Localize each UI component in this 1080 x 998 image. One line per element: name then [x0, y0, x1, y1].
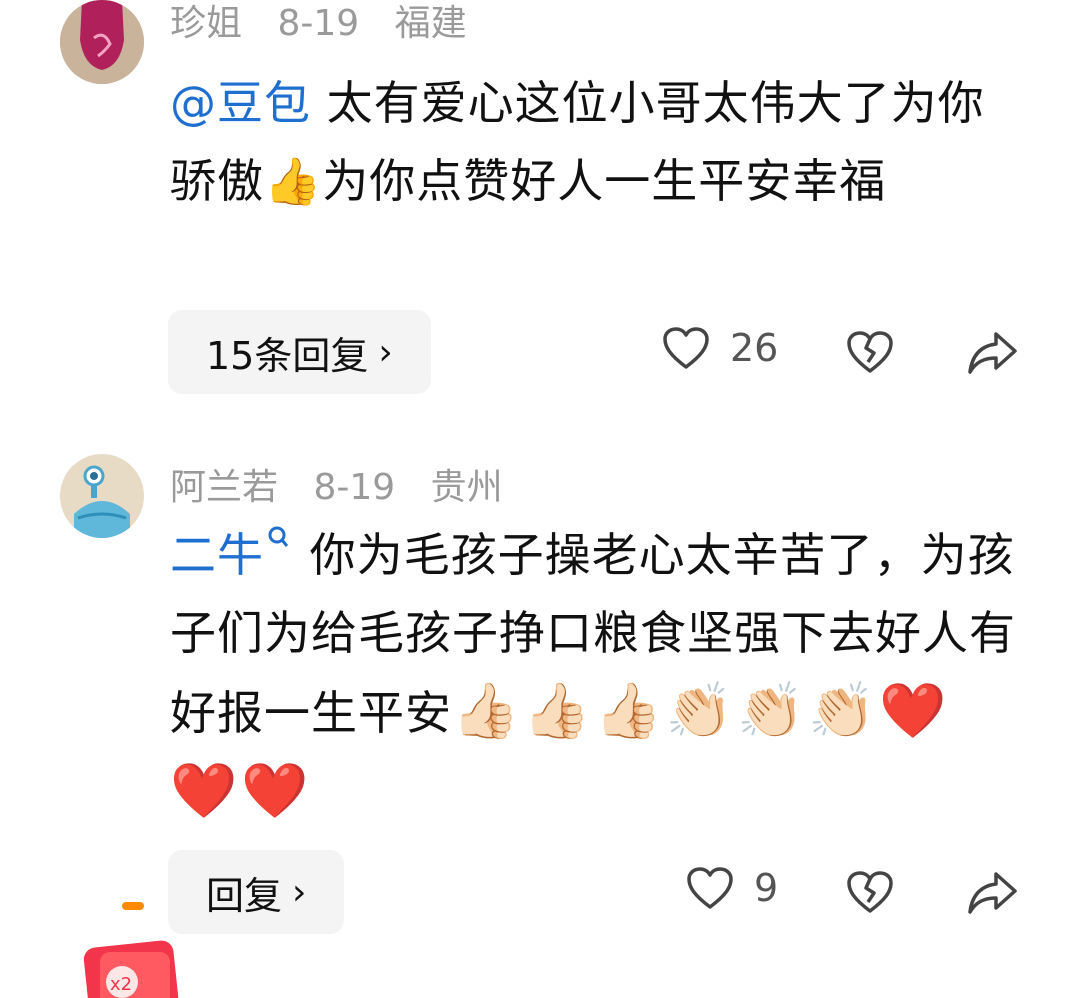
reply-label: 回复 — [206, 873, 283, 918]
share-arrow-icon — [968, 332, 1017, 374]
view-replies-button[interactable]: 15条回复 › — [168, 310, 431, 394]
reply-count-label: 15条回复 — [206, 333, 369, 378]
username[interactable]: 阿兰若 — [170, 467, 278, 508]
comment-date: 8-19 — [313, 467, 396, 508]
comment-text: @豆包 太有爱心这位小哥太伟大了为你骄傲👍为你点赞好人一生平安幸福 — [170, 64, 1020, 220]
avatar[interactable] — [60, 454, 144, 538]
heart-icon — [663, 327, 709, 369]
heart-icon — [687, 867, 733, 909]
alien-avatar-icon — [60, 454, 144, 538]
chevron-right-icon: › — [292, 871, 307, 913]
dislike-button[interactable] — [846, 870, 894, 914]
share-button[interactable] — [966, 870, 1018, 916]
comment-date: 8-19 — [277, 3, 360, 44]
share-button[interactable] — [966, 330, 1018, 376]
red-cartoon-avatar-icon — [60, 0, 144, 84]
comment-location: 贵州 — [430, 467, 503, 508]
mention-link[interactable]: 二牛 — [170, 528, 264, 582]
share-arrow-icon — [968, 872, 1017, 914]
like-button[interactable]: 26 — [662, 326, 778, 370]
search-icon[interactable] — [264, 524, 294, 564]
comment-meta: 珍姐 8-19 福建 — [170, 0, 491, 50]
like-count: 9 — [754, 866, 779, 910]
mention-link[interactable]: @豆包 — [170, 76, 311, 130]
comment-text: 二牛 你为毛孩子操老心太辛苦了，为孩子们为给毛孩子挣口粮食坚强下去好人有好报一生… — [170, 516, 1020, 832]
broken-heart-icon — [847, 331, 893, 373]
like-button[interactable]: 9 — [686, 866, 778, 910]
reply-button[interactable]: 回复 › — [168, 850, 345, 934]
broken-heart-icon — [847, 871, 893, 913]
avatar[interactable] — [60, 0, 144, 84]
dislike-button[interactable] — [846, 330, 894, 374]
comment-meta: 阿兰若 8-19 贵州 — [170, 458, 527, 510]
red-packet-icon[interactable]: x2 — [80, 938, 180, 998]
comment-location: 福建 — [394, 3, 467, 44]
chevron-right-icon: › — [378, 331, 393, 373]
username[interactable]: 珍姐 — [170, 3, 242, 44]
floating-indicator — [122, 902, 144, 910]
like-count: 26 — [730, 326, 779, 370]
